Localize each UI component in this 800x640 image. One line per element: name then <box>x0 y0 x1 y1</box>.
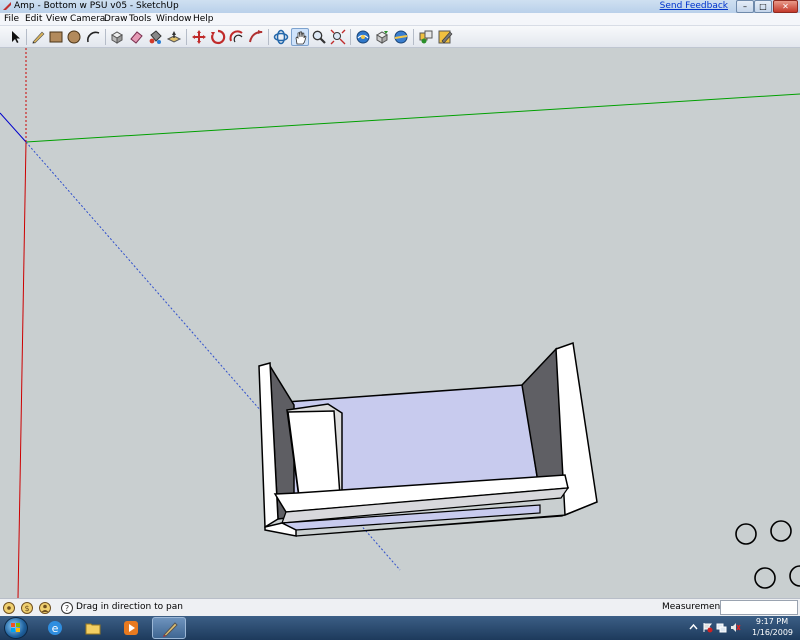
start-button[interactable] <box>4 617 28 639</box>
make-component-icon[interactable] <box>108 28 126 46</box>
blue-axis <box>0 112 27 143</box>
move-icon[interactable] <box>190 28 208 46</box>
taskbar-explorer[interactable] <box>76 617 110 639</box>
close-button[interactable]: ✕ <box>773 0 798 13</box>
paint-bucket-icon[interactable] <box>146 28 164 46</box>
circle-shape[interactable] <box>789 565 800 587</box>
styles-icon[interactable] <box>436 28 454 46</box>
eraser-icon[interactable] <box>127 28 145 46</box>
sketchup-app-icon <box>3 2 11 10</box>
menu-help[interactable]: Help <box>193 13 214 26</box>
menu-window[interactable]: Window <box>156 13 192 26</box>
windows-logo-icon <box>11 623 20 632</box>
show-hidden-icons-icon[interactable] <box>688 622 699 633</box>
toolbar-separator <box>350 29 351 45</box>
pencil-line-icon[interactable] <box>29 28 47 46</box>
send-feedback-link[interactable]: Send Feedback <box>660 0 728 13</box>
media-player-icon <box>124 621 138 635</box>
toolbar-separator <box>186 29 187 45</box>
previous-view-icon[interactable] <box>354 28 372 46</box>
main-toolbar <box>0 26 800 48</box>
components-icon[interactable] <box>417 28 435 46</box>
maximize-button[interactable]: □ <box>754 0 772 13</box>
menu-file[interactable]: File <box>4 13 19 26</box>
menu-tools[interactable]: Tools <box>129 13 151 26</box>
circle-shape[interactable] <box>735 523 757 545</box>
windows-taskbar: e 9:17 PM 1/16/2009 <box>0 616 800 640</box>
measurements-label: Measurements <box>662 602 729 612</box>
push-pull-icon[interactable] <box>165 28 183 46</box>
volume-muted-icon[interactable] <box>730 622 741 633</box>
geo-location-icon[interactable] <box>2 601 16 615</box>
arc-icon[interactable] <box>84 28 102 46</box>
pan-hand-icon[interactable] <box>291 28 309 46</box>
credits-icon[interactable]: $ <box>20 601 34 615</box>
circle-icon[interactable] <box>65 28 83 46</box>
menu-bar: File Edit View Camera Draw Tools Window … <box>0 13 800 26</box>
toolbar-separator <box>268 29 269 45</box>
menu-draw[interactable]: Draw <box>104 13 128 26</box>
select-arrow-icon[interactable] <box>6 28 24 46</box>
toolbar-separator <box>413 29 414 45</box>
menu-view[interactable]: View <box>46 13 67 26</box>
folder-icon <box>85 623 101 635</box>
share-model-icon[interactable] <box>392 28 410 46</box>
minimize-button[interactable]: – <box>736 0 754 13</box>
follow-me-icon[interactable] <box>247 28 265 46</box>
instructor-help-icon[interactable]: ? <box>60 601 74 615</box>
status-bar: $ ? Drag in direction to pan Measurement… <box>0 598 800 616</box>
rectangle-icon[interactable] <box>47 28 65 46</box>
user-icon[interactable] <box>38 601 52 615</box>
orbit-icon[interactable] <box>272 28 290 46</box>
svg-text:e: e <box>52 622 59 635</box>
taskbar-sketchup[interactable] <box>152 617 186 639</box>
network-icon[interactable] <box>716 622 727 633</box>
clock-time[interactable]: 9:17 PM <box>752 617 792 626</box>
menu-edit[interactable]: Edit <box>25 13 42 26</box>
model-scene <box>0 48 800 598</box>
zoom-extents-icon[interactable] <box>329 28 347 46</box>
toolbar-separator <box>105 29 106 45</box>
svg-text:?: ? <box>65 604 69 613</box>
action-center-flag-icon[interactable] <box>702 622 713 633</box>
circle-shape[interactable] <box>754 567 776 589</box>
internet-explorer-icon: e <box>48 621 62 635</box>
taskbar-media-player[interactable] <box>114 617 148 639</box>
green-axis <box>25 93 800 143</box>
svg-text:$: $ <box>24 604 29 613</box>
taskbar-internet-explorer[interactable]: e <box>38 617 72 639</box>
clock-date[interactable]: 1/16/2009 <box>752 628 793 637</box>
status-hint: Drag in direction to pan <box>76 602 183 612</box>
offset-icon[interactable] <box>228 28 246 46</box>
rotate-icon[interactable] <box>209 28 227 46</box>
sketchup-icon <box>163 622 178 637</box>
toolbar-separator <box>26 29 27 45</box>
zoom-icon[interactable] <box>310 28 328 46</box>
drawing-viewport[interactable] <box>0 48 800 598</box>
circle-shape[interactable] <box>770 520 792 542</box>
title-bar: Amp - Bottom w PSU v05 - SketchUp Send F… <box>0 0 800 13</box>
measurements-field[interactable] <box>720 600 798 615</box>
amp-chassis-model[interactable] <box>258 341 598 537</box>
window-title: Amp - Bottom w PSU v05 - SketchUp <box>14 1 179 11</box>
red-axis <box>17 141 27 598</box>
get-models-icon[interactable] <box>373 28 391 46</box>
menu-camera[interactable]: Camera <box>70 13 105 26</box>
